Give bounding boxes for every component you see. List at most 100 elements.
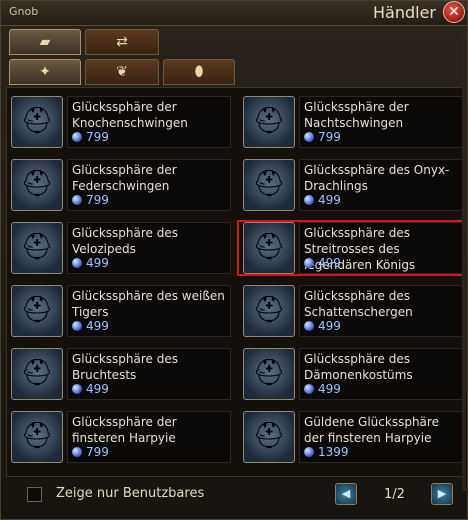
lucky-sphere-icon[interactable]: ⛑ xyxy=(11,96,63,148)
tab-consumables[interactable]: ⬮ xyxy=(163,59,235,85)
item-name: Glückssphäre des Dämonenkostüms xyxy=(304,352,413,382)
gem-orb-icon xyxy=(72,258,82,268)
item-info: Glückssphäre der Knochenschwingen 799 xyxy=(67,96,231,148)
shop-item[interactable]: ⛑ Glückssphäre des Schattenschergen 499 xyxy=(241,283,465,341)
shop-item[interactable]: ⛑ Glückssphäre der Nachtschwingen 799 xyxy=(241,94,465,152)
item-name: Güldene Glückssphäre der finsteren Harpy… xyxy=(304,415,439,445)
shop-item[interactable]: ⛑ Glückssphäre des weißen Tigers 499 xyxy=(9,283,233,341)
helmet-glyph: ⛑ xyxy=(252,169,286,199)
item-price-value: 499 xyxy=(318,382,341,396)
gem-orb-icon xyxy=(304,384,314,394)
item-price-value: 499 xyxy=(318,319,341,333)
item-price-value: 499 xyxy=(318,256,341,270)
item-price-value: 799 xyxy=(86,193,109,207)
mount-icon: ✦ xyxy=(39,64,51,80)
tab-exchange[interactable]: ⇄ xyxy=(85,29,159,55)
item-price: 499 xyxy=(72,256,109,270)
helmet-glyph: ⛑ xyxy=(252,232,286,262)
gem-orb-icon xyxy=(304,447,314,457)
item-price-value: 499 xyxy=(318,193,341,207)
tab-gold[interactable]: ▰ xyxy=(9,29,81,55)
lucky-sphere-icon[interactable]: ⛑ xyxy=(11,411,63,463)
item-name: Glückssphäre der Federschwingen xyxy=(72,163,177,193)
helmet-glyph: ⛑ xyxy=(252,295,286,325)
gem-orb-icon xyxy=(304,258,314,268)
title-bar[interactable]: Gnob Händler ✕ xyxy=(1,1,467,26)
tab-pets[interactable]: ❦ xyxy=(85,59,159,85)
lucky-sphere-icon[interactable]: ⛑ xyxy=(243,285,295,337)
item-price: 799 xyxy=(72,193,109,207)
item-name: Glückssphäre des weißen Tigers xyxy=(72,289,225,319)
gem-orb-icon xyxy=(72,132,82,142)
usable-only-label: Zeige nur Benutzbares xyxy=(56,486,205,501)
lucky-sphere-icon[interactable]: ⛑ xyxy=(243,411,295,463)
item-info: Glückssphäre der Federschwingen 799 xyxy=(67,159,231,211)
item-name: Glückssphäre des Velozipeds xyxy=(72,226,178,256)
close-icon[interactable]: ✕ xyxy=(443,1,465,23)
gem-orb-icon xyxy=(304,132,314,142)
lucky-sphere-icon[interactable]: ⛑ xyxy=(11,159,63,211)
lucky-sphere-icon[interactable]: ⛑ xyxy=(243,222,295,274)
item-info: Glückssphäre des Bruchtests 499 xyxy=(67,348,231,400)
item-price: 799 xyxy=(72,445,109,459)
shop-item[interactable]: ⛑ Glückssphäre der Federschwingen 799 xyxy=(9,157,233,215)
item-name: Glückssphäre der finsteren Harpyie xyxy=(72,415,177,445)
item-name: Glückssphäre der Knochenschwingen xyxy=(72,100,188,130)
item-info: Glückssphäre des Onyx-Drachlings 499 xyxy=(299,159,463,211)
shop-item[interactable]: ⛑ Glückssphäre des Bruchtests 499 xyxy=(9,346,233,404)
gem-orb-icon xyxy=(72,447,82,457)
item-info: Glückssphäre der finsteren Harpyie 799 xyxy=(67,411,231,463)
item-price: 499 xyxy=(304,193,341,207)
helmet-glyph: ⛑ xyxy=(20,106,54,136)
item-price: 499 xyxy=(72,382,109,396)
item-info: Güldene Glückssphäre der finsteren Harpy… xyxy=(299,411,463,463)
shop-item[interactable]: ⛑ Güldene Glückssphäre der finsteren Harp… xyxy=(241,409,465,467)
page-next-icon[interactable]: ▶ xyxy=(431,483,453,505)
item-price-value: 499 xyxy=(86,256,109,270)
helmet-glyph: ⛑ xyxy=(20,358,54,388)
item-info: Glückssphäre des weißen Tigers 499 xyxy=(67,285,231,337)
shop-item[interactable]: ⛑ Glückssphäre des Velozipeds 499 xyxy=(9,220,233,278)
item-price-value: 799 xyxy=(86,445,109,459)
window-title: Händler xyxy=(373,3,436,22)
lucky-sphere-icon[interactable]: ⛑ xyxy=(11,222,63,274)
item-price-value: 799 xyxy=(86,130,109,144)
gold-icon: ▰ xyxy=(39,34,51,50)
usable-only-checkbox[interactable] xyxy=(27,487,42,502)
item-price-value: 499 xyxy=(86,319,109,333)
shop-item[interactable]: ⛑ Glückssphäre des Onyx-Drachlings 499 xyxy=(241,157,465,215)
gem-orb-icon xyxy=(72,195,82,205)
item-name: Glückssphäre des Bruchtests xyxy=(72,352,178,382)
shop-item[interactable]: ⛑ Glückssphäre des Streitrosses des legen… xyxy=(241,220,465,278)
item-info: Glückssphäre des Dämonenkostüms 499 xyxy=(299,348,463,400)
page-prev-icon[interactable]: ◀ xyxy=(335,483,357,505)
lucky-sphere-icon[interactable]: ⛑ xyxy=(11,348,63,400)
item-info: Glückssphäre des Schattenschergen 499 xyxy=(299,285,463,337)
item-name: Glückssphäre des Schattenschergen xyxy=(304,289,413,319)
helmet-glyph: ⛑ xyxy=(252,358,286,388)
item-price: 499 xyxy=(304,319,341,333)
helmet-glyph: ⛑ xyxy=(20,421,54,451)
item-price: 499 xyxy=(304,256,341,270)
item-info: Glückssphäre des Streitrosses des legend… xyxy=(299,222,463,274)
lucky-sphere-icon[interactable]: ⛑ xyxy=(243,96,295,148)
acorn-icon: ⬮ xyxy=(194,64,204,80)
item-price: 499 xyxy=(72,319,109,333)
item-price-value: 799 xyxy=(318,130,341,144)
scrollbar[interactable] xyxy=(462,31,466,491)
tab-mounts[interactable]: ✦ xyxy=(9,59,81,85)
helmet-glyph: ⛑ xyxy=(20,295,54,325)
item-price-value: 1399 xyxy=(318,445,349,459)
item-name: Glückssphäre des Onyx-Drachlings xyxy=(304,163,450,193)
lucky-sphere-icon[interactable]: ⛑ xyxy=(243,348,295,400)
shop-item[interactable]: ⛑ Glückssphäre der Knochenschwingen 799 xyxy=(9,94,233,152)
lucky-sphere-icon[interactable]: ⛑ xyxy=(243,159,295,211)
item-info: Glückssphäre des Velozipeds 499 xyxy=(67,222,231,274)
lucky-sphere-icon[interactable]: ⛑ xyxy=(11,285,63,337)
item-price: 499 xyxy=(304,382,341,396)
page-indicator: 1/2 xyxy=(384,487,405,502)
shop-item[interactable]: ⛑ Glückssphäre des Dämonenkostüms 499 xyxy=(241,346,465,404)
item-price: 799 xyxy=(72,130,109,144)
item-price: 1399 xyxy=(304,445,349,459)
shop-item[interactable]: ⛑ Glückssphäre der finsteren Harpyie 799 xyxy=(9,409,233,467)
